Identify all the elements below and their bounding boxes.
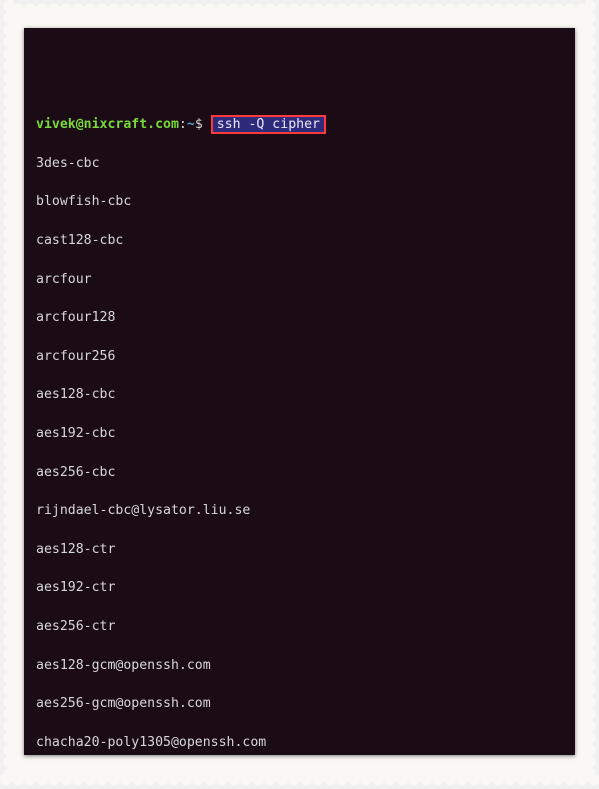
- output-line: chacha20-poly1305@openssh.com: [36, 733, 563, 752]
- output-line: aes256-cbc: [36, 463, 563, 482]
- deckle-left: [0, 0, 14, 789]
- output-line: aes128-cbc: [36, 385, 563, 404]
- output-line: cast128-cbc: [36, 231, 563, 250]
- output-line: 3des-cbc: [36, 154, 563, 173]
- prompt-user-host: vivek@nixcraft.com: [36, 117, 179, 132]
- command-text: ssh -Q cipher: [211, 115, 326, 134]
- prompt-sep: :: [179, 117, 187, 132]
- photo-frame: vivek@nixcraft.com:~$ ssh -Q cipher 3des…: [0, 0, 599, 789]
- output-line: arcfour256: [36, 347, 563, 366]
- prompt-path: ~: [187, 117, 195, 132]
- prompt-sigil: $: [195, 117, 203, 132]
- output-line: rijndael-cbc@lysator.liu.se: [36, 501, 563, 520]
- deckle-right: [585, 0, 599, 789]
- output-line: aes128-gcm@openssh.com: [36, 656, 563, 675]
- output-line: aes192-ctr: [36, 578, 563, 597]
- output-line: aes256-gcm@openssh.com: [36, 694, 563, 713]
- output-line: aes192-cbc: [36, 424, 563, 443]
- prompt-line: vivek@nixcraft.com:~$ ssh -Q cipher: [36, 115, 563, 134]
- output-line: blowfish-cbc: [36, 192, 563, 211]
- output-line: aes256-ctr: [36, 617, 563, 636]
- terminal[interactable]: vivek@nixcraft.com:~$ ssh -Q cipher 3des…: [24, 28, 575, 755]
- output-line: arcfour: [36, 270, 563, 289]
- output-line: aes128-ctr: [36, 540, 563, 559]
- output-line: arcfour128: [36, 308, 563, 327]
